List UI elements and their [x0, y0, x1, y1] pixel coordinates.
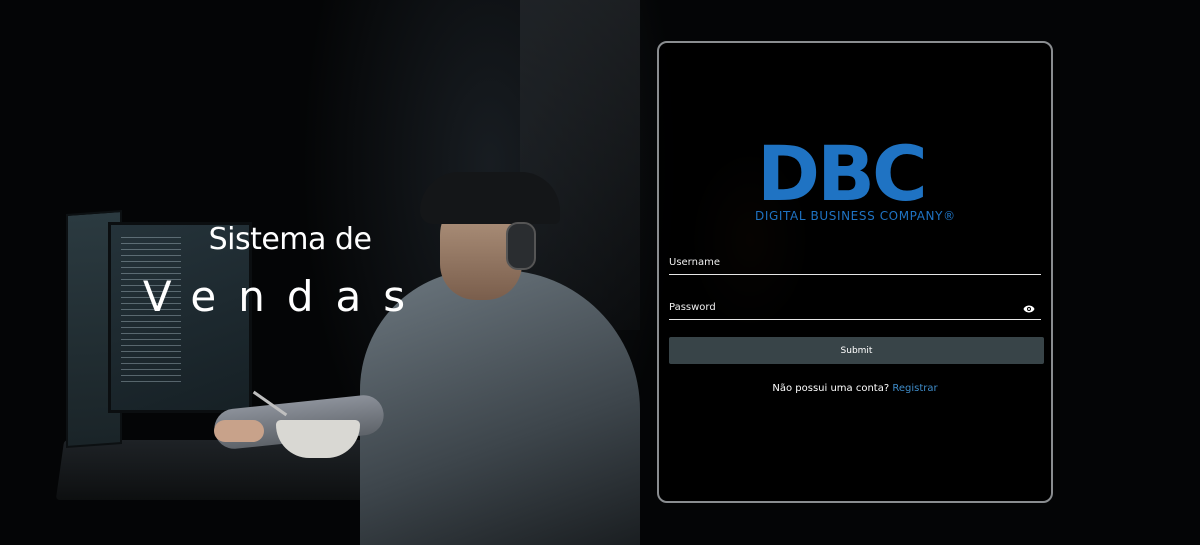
register-link[interactable]: Registrar: [892, 383, 937, 394]
password-field-wrapper: [669, 297, 1041, 320]
headphone: [506, 222, 536, 270]
person-hand: [214, 420, 264, 442]
username-input[interactable]: [669, 252, 1009, 272]
username-field-wrapper: [669, 252, 1041, 275]
hero-title-line1: Sistema de: [208, 222, 372, 257]
hero-title-line2: Vendas: [142, 272, 428, 321]
company-logo: DBC DIGITAL BUSINESS COMPANY®: [755, 129, 956, 224]
register-row: Não possui uma conta? Registrar: [659, 383, 1051, 394]
register-prompt: Não possui uma conta?: [772, 383, 890, 394]
login-card: DBC DIGITAL BUSINESS COMPANY® Submit Não…: [657, 41, 1053, 503]
password-input[interactable]: [669, 297, 1009, 317]
logo-mark: DBC: [757, 129, 928, 218]
submit-button[interactable]: Submit: [669, 337, 1044, 364]
logo-subtitle: DIGITAL BUSINESS COMPANY®: [755, 209, 956, 223]
person-cap: [420, 172, 560, 224]
eye-icon[interactable]: [1023, 303, 1035, 315]
